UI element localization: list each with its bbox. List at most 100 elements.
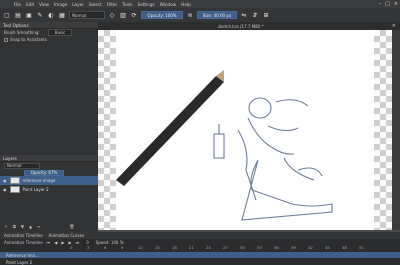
speed-field[interactable]: Speed: 100 %: [96, 240, 124, 245]
blend-mode-select[interactable]: Normal: [69, 11, 105, 19]
layers-docker: Layers Normal Opacity: 67% ◉ reference i…: [0, 155, 98, 232]
reference-photo: [116, 70, 333, 221]
maximize-icon[interactable]: □: [385, 1, 390, 7]
wrap-icon[interactable]: ⊞: [262, 11, 270, 19]
duplicate-layer-icon[interactable]: ⧉: [13, 224, 16, 229]
vertical-scrollbar[interactable]: [392, 30, 400, 230]
layers-title: Layers: [0, 155, 98, 162]
first-frame-icon[interactable]: ⏮: [47, 240, 51, 245]
layer-row[interactable]: ◉ reference image: [0, 176, 98, 185]
mirror-vertical-icon[interactable]: ⇵: [251, 11, 259, 19]
brush-smoothing-select[interactable]: Basic: [47, 29, 73, 36]
reload-preset-icon[interactable]: ⟳: [130, 11, 138, 19]
menu-layer[interactable]: Layer: [72, 2, 84, 7]
tab-animation-curves[interactable]: Animation Curves: [49, 233, 85, 238]
layer-thumbnail: [9, 186, 20, 193]
track-name: Reference Ima...: [6, 252, 39, 258]
mirror-horizontal-icon[interactable]: ⇋: [240, 11, 248, 19]
layer-properties-icon[interactable]: ≡: [37, 224, 40, 229]
new-document-icon[interactable]: ▢: [3, 11, 11, 19]
snap-checkbox[interactable]: [4, 37, 8, 42]
layer-row[interactable]: ◉ Paint Layer 2: [0, 185, 98, 194]
eye-icon[interactable]: ◉: [3, 187, 7, 192]
open-document-icon[interactable]: ▤: [14, 11, 22, 19]
layer-name[interactable]: Paint Layer 2: [23, 187, 49, 192]
window-controls: – □ ×: [379, 0, 398, 8]
layer-name[interactable]: reference image: [23, 178, 56, 183]
gradient-icon[interactable]: ◐: [47, 11, 55, 19]
canvas-area: sketch.kra (17.7 MiB) * ×: [98, 22, 400, 232]
close-icon[interactable]: ×: [394, 1, 398, 7]
tab-animation-timeline[interactable]: Animation Timeline: [4, 233, 43, 238]
size-slider[interactable]: Size: 40.00 px: [197, 11, 237, 19]
layer-thumbnail: [9, 177, 20, 184]
brush-smoothing-row: Brush Smoothing: Basic: [0, 29, 98, 36]
track-name: Paint Layer 2: [6, 259, 33, 265]
frame-tick: 42: [308, 245, 313, 250]
timeline-subtab: Animation Timeline: [4, 239, 43, 245]
add-layer-icon[interactable]: ＋: [4, 224, 8, 230]
snap-label: Snap to Assistants: [10, 37, 47, 42]
menu-edit[interactable]: Edit: [26, 2, 34, 7]
layer-opacity-slider[interactable]: Opacity: 67%: [24, 169, 64, 176]
layer-blend-mode-select[interactable]: Normal: [4, 162, 40, 169]
frame-tick: 3: [87, 245, 90, 250]
document-tab[interactable]: sketch.kra (17.7 MiB) * ×: [98, 22, 400, 30]
menu-view[interactable]: View: [39, 2, 49, 7]
menu-select[interactable]: Select: [89, 2, 102, 7]
erase-mode-icon[interactable]: ◇: [108, 11, 116, 19]
document-title: sketch.kra (17.7 MiB) *: [218, 23, 264, 29]
frame-tick: 6: [104, 245, 107, 250]
animation-tabs: Animation Timeline Animation Curves: [0, 232, 400, 239]
pencil-icon: [116, 76, 224, 186]
save-icon[interactable]: ▣: [25, 11, 33, 19]
minimize-icon[interactable]: –: [379, 1, 382, 7]
play-icon[interactable]: ▶: [61, 240, 64, 245]
delete-layer-icon[interactable]: 🗑: [69, 224, 74, 229]
frame-tick: 9: [121, 245, 124, 250]
frame-tick: 36: [274, 245, 279, 250]
layer-actions: ＋ ⧉ ▼ ▲ ≡ 🗑: [0, 223, 74, 230]
menu-help[interactable]: Help: [181, 2, 191, 7]
frame-tick: 21: [189, 245, 194, 250]
menu-image[interactable]: Image: [54, 2, 67, 7]
move-layer-up-icon[interactable]: ▲: [29, 224, 32, 229]
timeline-track[interactable]: Paint Layer 2: [0, 259, 400, 265]
menubar: File Edit View Image Layer Select Filter…: [0, 0, 400, 8]
frame-tick: 39: [291, 245, 296, 250]
frame-tick: 24: [206, 245, 211, 250]
menu-file[interactable]: File: [14, 2, 21, 7]
brush-preset-icon[interactable]: ✎: [36, 11, 44, 19]
tool-options-title: Tool Options: [0, 22, 98, 29]
frame-ruler: 0 3 6 9 12 15 18 21 24 27 30 33 36 39 42…: [70, 245, 400, 251]
flow-icon[interactable]: ≋: [186, 11, 194, 19]
preserve-alpha-icon[interactable]: ▥: [119, 11, 127, 19]
menu-window[interactable]: Window: [160, 2, 177, 7]
frame-field[interactable]: 0: [83, 239, 92, 245]
brush-smoothing-label: Brush Smoothing:: [4, 30, 40, 35]
layers-controls: Normal: [0, 162, 98, 169]
last-frame-icon[interactable]: ⏭: [76, 240, 80, 245]
menu-settings[interactable]: Settings: [138, 2, 155, 7]
frame-tick: 27: [223, 245, 228, 250]
close-tab-icon[interactable]: ×: [392, 23, 396, 29]
move-layer-down-icon[interactable]: ▼: [21, 224, 24, 229]
frame-tick: 51: [359, 245, 364, 250]
eye-icon[interactable]: ◉: [3, 178, 7, 183]
layers-opacity-row: Opacity: 67%: [0, 169, 98, 176]
frame-tick: 0: [70, 245, 73, 250]
frame-tick: 45: [325, 245, 330, 250]
prev-frame-icon[interactable]: ◀: [54, 240, 57, 245]
timeline-track[interactable]: Reference Ima...: [0, 252, 400, 258]
frame-tick: 12: [138, 245, 143, 250]
toolbar: ▢ ▤ ▣ ✎ ◐ ▦ Normal ◇ ▥ ⟳ Opacity: 100% ≋…: [0, 8, 400, 22]
menu-filter[interactable]: Filter: [107, 2, 117, 7]
animation-docker: Animation Timeline Animation Curves Anim…: [0, 232, 400, 265]
frame-tick: 30: [240, 245, 245, 250]
opacity-slider[interactable]: Opacity: 100%: [141, 11, 183, 19]
next-frame-icon[interactable]: ▶: [68, 240, 71, 245]
frame-tick: 48: [342, 245, 347, 250]
pattern-icon[interactable]: ▦: [58, 11, 66, 19]
menu-tools[interactable]: Tools: [122, 2, 132, 7]
canvas[interactable]: [98, 30, 392, 230]
